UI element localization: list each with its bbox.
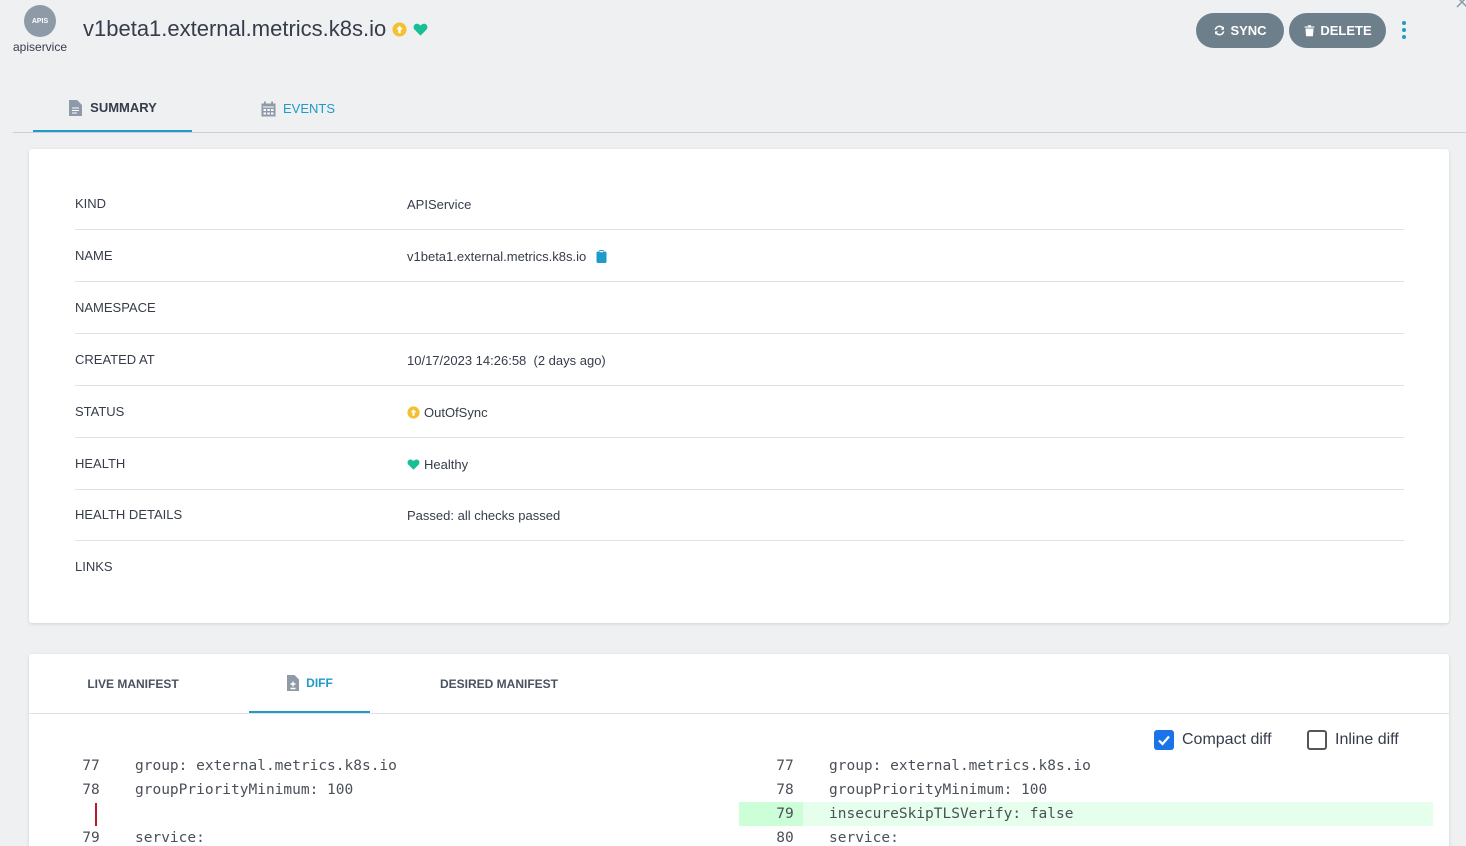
line-number: 78 [82,782,100,798]
code-line: service: [135,830,205,846]
clipboard-icon[interactable] [596,249,607,263]
row-value: OutOfSync [407,386,488,438]
tab-desired-manifest[interactable]: DESIRED MANIFEST [421,654,577,713]
sync-icon [1215,25,1225,36]
row-key: CREATED AT [75,352,155,367]
sync-button[interactable]: SYNC [1196,13,1284,48]
summary-card: KIND APIService NAME v1beta1.external.me… [29,149,1449,623]
code-line: groupPriorityMinimum: 100 [829,782,1048,798]
file-diff-icon [287,674,300,691]
more-actions-icon[interactable] [1397,18,1411,42]
checkbox-checked-icon [1154,730,1174,750]
file-icon [69,99,83,116]
close-icon[interactable] [1456,0,1466,8]
code-line: group: external.metrics.k8s.io [135,758,397,774]
delete-label: DELETE [1320,23,1372,38]
compact-diff-label: Compact diff [1182,731,1272,748]
out-of-sync-icon [407,405,420,419]
row-value: 10/17/2023 14:26:58 (2 days ago) [407,352,606,368]
tab-summary[interactable]: SUMMARY [33,85,192,132]
inline-diff-label: Inline diff [1335,731,1399,748]
row-key: STATUS [75,404,125,419]
trash-icon [1304,25,1315,37]
sync-label: SYNC [1230,23,1267,38]
summary-row-namespace: NAMESPACE [75,282,1404,334]
resource-kind-icon: APIS [24,5,56,37]
summary-row-kind: KIND APIService [75,178,1404,230]
out-of-sync-icon [392,21,407,37]
title-row: v1beta1.external.metrics.k8s.io [83,16,428,42]
line-number: 80 [776,830,794,846]
summary-row-name: NAME v1beta1.external.metrics.k8s.io [75,230,1404,282]
calendar-icon [261,101,276,116]
code-line-added: insecureSkipTLSVerify: false [829,806,1074,822]
tab-events[interactable]: EVENTS [238,85,358,132]
line-number: 77 [82,758,100,774]
inline-diff-checkbox[interactable]: Inline diff [1307,730,1399,750]
resource-tabs: SUMMARY EVENTS [13,85,1466,133]
row-value: Healthy [407,438,468,490]
row-key: LINKS [75,559,113,574]
row-key: HEALTH [75,456,126,471]
row-key: NAMESPACE [75,300,156,315]
resource-kind-label: apiservice [13,40,68,54]
diff-removed-marker [95,803,97,826]
line-number: 79 [776,806,794,822]
summary-row-created-at: CREATED AT 10/17/2023 14:26:58 (2 days a… [75,334,1404,386]
checkbox-unchecked-icon [1307,730,1327,750]
tab-diff[interactable]: DIFF [249,654,370,713]
page-title: v1beta1.external.metrics.k8s.io [83,16,387,41]
delete-button[interactable]: DELETE [1289,13,1386,48]
code-line: group: external.metrics.k8s.io [829,758,1091,774]
compact-diff-checkbox[interactable]: Compact diff [1154,730,1272,750]
row-key: NAME [75,248,113,263]
line-number: 78 [776,782,794,798]
summary-row-status: STATUS OutOfSync [75,386,1404,438]
manifest-card: LIVE MANIFEST DIFF DESIRED MANIFEST Comp… [29,654,1449,846]
code-line: service: [829,830,899,846]
row-key: HEALTH DETAILS [75,507,183,522]
healthy-heart-icon [407,458,420,470]
summary-row-health-details: HEALTH DETAILS Passed: all checks passed [75,489,1404,541]
row-value: v1beta1.external.metrics.k8s.io [407,230,607,282]
manifest-tabs: LIVE MANIFEST DIFF DESIRED MANIFEST [29,654,1449,714]
summary-row-health: HEALTH Healthy [75,438,1404,490]
summary-row-links: LINKS [75,541,1404,593]
row-value: Passed: all checks passed [407,507,561,523]
healthy-heart-icon [413,23,428,36]
row-value: APIService [407,196,472,212]
line-number: 79 [82,830,100,846]
tab-live-manifest[interactable]: LIVE MANIFEST [69,654,197,713]
code-line: groupPriorityMinimum: 100 [135,782,354,798]
row-key: KIND [75,196,107,211]
line-number: 77 [776,758,794,774]
